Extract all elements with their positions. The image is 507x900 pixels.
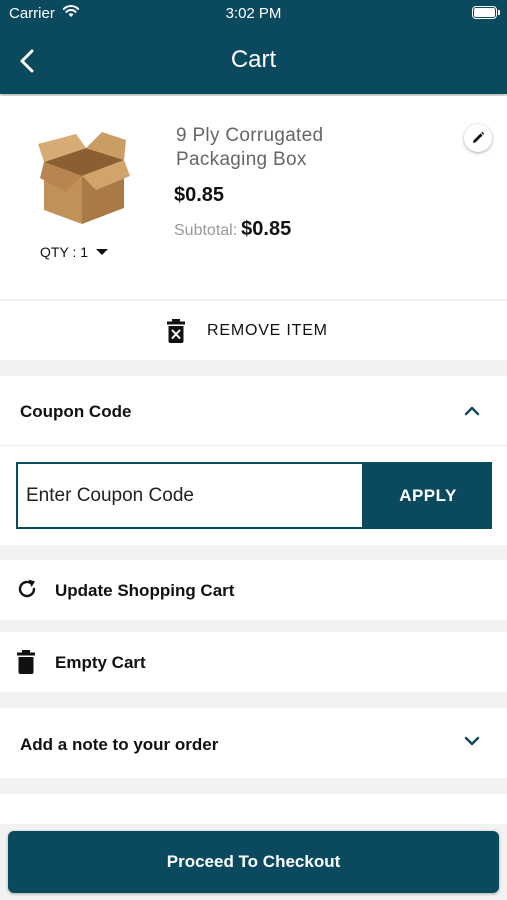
proceed-to-checkout-button[interactable]: Proceed To Checkout xyxy=(8,831,499,893)
subtotal-value: $0.85 xyxy=(241,218,292,240)
pencil-icon xyxy=(473,131,485,143)
coupon-section-header[interactable]: Coupon Code xyxy=(0,376,507,446)
remove-item-label: REMOVE ITEM xyxy=(207,322,328,339)
product-name[interactable]: 9 Ply Corrugated Packaging Box xyxy=(176,124,396,172)
order-note-section[interactable]: Add a note to your order xyxy=(0,708,507,778)
update-cart-button[interactable]: Update Shopping Cart xyxy=(0,560,507,620)
update-cart-label: Update Shopping Cart xyxy=(55,581,235,600)
remove-item-button[interactable]: REMOVE ITEM xyxy=(0,300,507,360)
quantity-label: QTY : 1 xyxy=(40,244,88,260)
refresh-icon xyxy=(18,579,36,598)
status-bar: Carrier 3:02 PM xyxy=(0,0,507,28)
edit-item-button[interactable] xyxy=(464,124,492,152)
trash-icon xyxy=(17,650,35,674)
clock: 3:02 PM xyxy=(225,5,282,22)
quantity-dropdown[interactable]: QTY : 1 xyxy=(40,244,108,260)
page-title: Cart xyxy=(230,46,277,73)
battery-icon xyxy=(472,6,500,19)
spacer-panel xyxy=(0,794,507,824)
cardboard-box-icon xyxy=(38,132,130,224)
chevron-up-icon[interactable] xyxy=(463,404,481,416)
coupon-title: Coupon Code xyxy=(20,402,132,421)
subtotal-label: Subtotal: xyxy=(174,222,238,239)
empty-cart-button[interactable]: Empty Cart xyxy=(0,632,507,692)
product-price: $0.85 xyxy=(174,184,225,206)
empty-cart-label: Empty Cart xyxy=(55,653,146,672)
order-note-label: Add a note to your order xyxy=(20,735,219,754)
chevron-down-icon[interactable] xyxy=(463,735,481,747)
trash-x-icon xyxy=(167,319,185,343)
nav-bar: Cart xyxy=(0,28,507,94)
subtotal-row: Subtotal: $0.85 xyxy=(174,218,291,241)
apply-coupon-button[interactable]: APPLY xyxy=(364,462,492,529)
caret-down-icon xyxy=(95,249,108,255)
coupon-code-input[interactable] xyxy=(16,462,364,529)
